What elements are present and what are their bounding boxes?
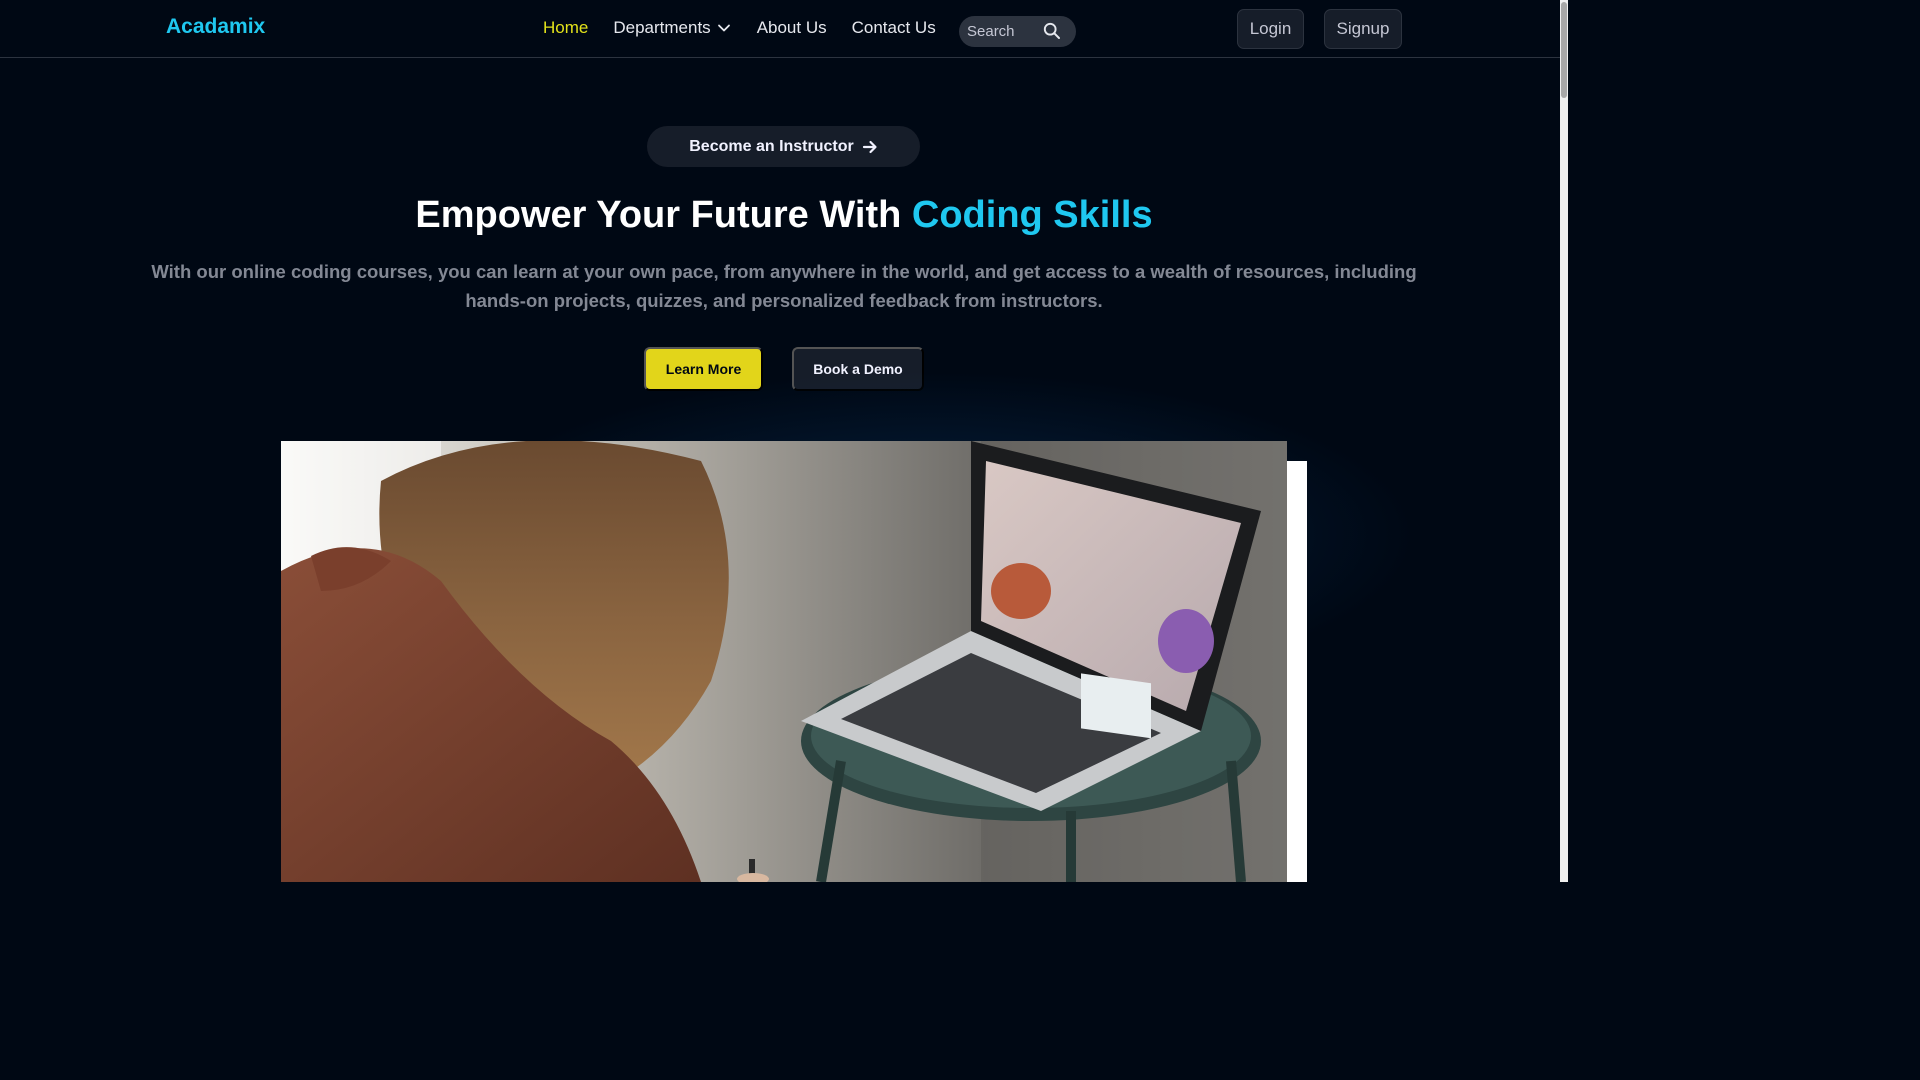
signup-button[interactable]: Signup [1324, 9, 1402, 49]
hero-title: Empower Your Future With Coding Skills [0, 194, 1568, 237]
search-box [959, 16, 1076, 47]
hero-video-image [281, 441, 1287, 882]
scrollbar-thumb[interactable] [1561, 2, 1567, 98]
page: Acadamix Home Departments About Us Conta… [0, 0, 1568, 882]
search-input[interactable] [967, 23, 1045, 40]
search-icon[interactable] [1043, 22, 1061, 40]
become-instructor-button[interactable]: Become an Instructor [647, 126, 920, 167]
become-instructor-label: Become an Instructor [689, 137, 854, 155]
login-button[interactable]: Login [1237, 9, 1304, 49]
logo[interactable]: Acadamix [166, 15, 265, 39]
hero-title-accent: Coding Skills [911, 194, 1153, 236]
chevron-down-icon [717, 24, 730, 32]
nav-link-home[interactable]: Home [543, 18, 588, 38]
nav-links: Home Departments About Us Contact Us [543, 18, 961, 38]
nav-link-departments-label: Departments [613, 18, 711, 37]
nav-link-departments[interactable]: Departments [613, 18, 731, 38]
nav-link-about[interactable]: About Us [757, 18, 827, 38]
arrow-right-icon [862, 140, 877, 153]
hero-subtitle: With our online coding courses, you can … [151, 261, 1417, 311]
nav-link-contact[interactable]: Contact Us [852, 18, 936, 38]
navbar: Acadamix Home Departments About Us Conta… [0, 0, 1560, 58]
hero-title-main: Empower Your Future With [415, 194, 912, 236]
page-scrollbar[interactable] [1560, 0, 1568, 882]
hero-video[interactable] [281, 441, 1287, 882]
